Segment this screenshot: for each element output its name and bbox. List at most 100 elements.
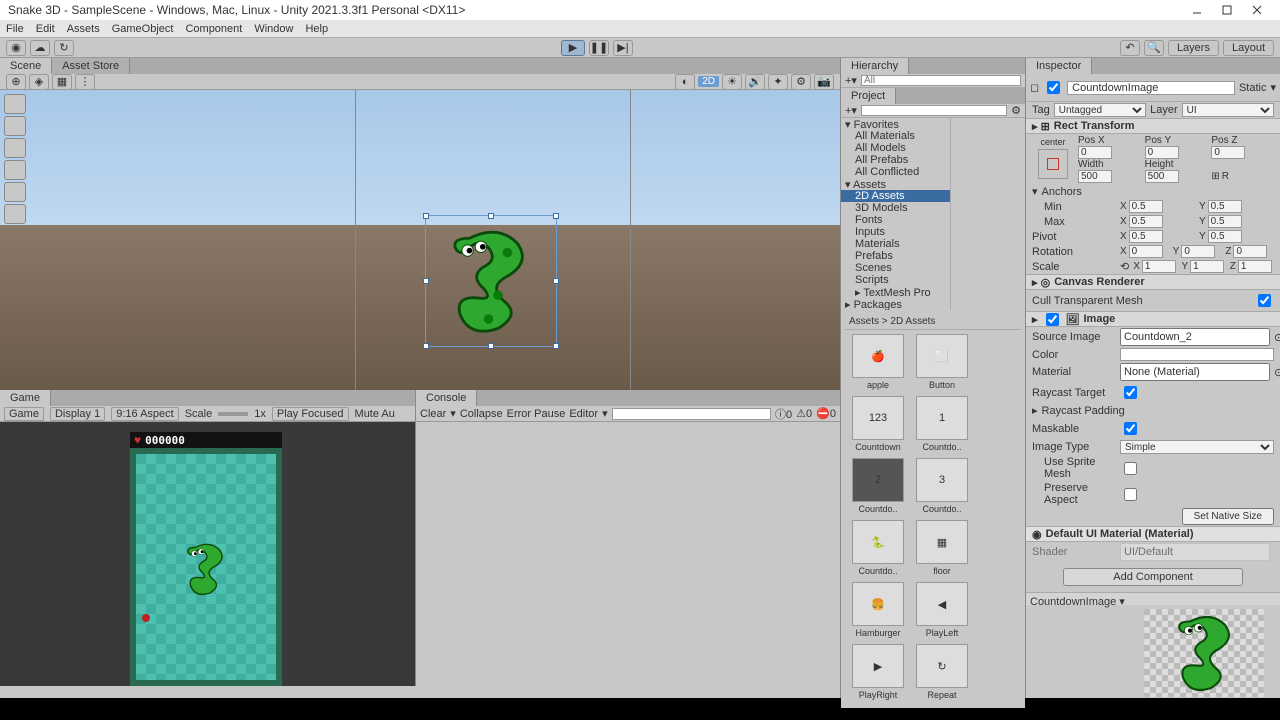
cull-checkbox[interactable]	[1258, 294, 1271, 307]
project-tree-item[interactable]: Scenes	[841, 262, 950, 274]
project-tree-item[interactable]: ▾ Assets	[841, 178, 950, 190]
project-asset[interactable]: ↻Repeat	[913, 644, 971, 700]
pivot-x[interactable]	[1129, 230, 1163, 243]
posz-field[interactable]	[1211, 146, 1245, 159]
pivot-y[interactable]	[1208, 230, 1242, 243]
project-search[interactable]	[861, 105, 1007, 116]
project-filter-icon[interactable]: ⚙	[1011, 104, 1021, 117]
posx-field[interactable]	[1078, 146, 1112, 159]
console-collapse[interactable]: Collapse	[460, 408, 503, 420]
project-tree-item[interactable]: ▸ TextMesh Pro	[841, 286, 950, 298]
close-button[interactable]	[1242, 1, 1272, 19]
hierarchy-add-button[interactable]: +▾	[845, 74, 857, 87]
menu-edit[interactable]: Edit	[36, 23, 55, 35]
project-asset[interactable]: 🐍Countdo..	[849, 520, 907, 576]
project-asset[interactable]: 🍎apple	[849, 334, 907, 390]
scale-z[interactable]	[1238, 260, 1272, 273]
history-icon[interactable]: ↻	[54, 40, 74, 56]
project-tree-item[interactable]: 2D Assets	[841, 190, 950, 202]
rot-z[interactable]	[1233, 245, 1267, 258]
project-tree-item[interactable]: All Prefabs	[841, 154, 950, 166]
project-tree-item[interactable]: All Conflicted	[841, 166, 950, 178]
game-view[interactable]: ♥ 000000	[0, 422, 415, 686]
cloud-icon[interactable]: ☁	[30, 40, 50, 56]
source-image-field[interactable]	[1120, 328, 1270, 346]
material-field[interactable]	[1120, 363, 1270, 381]
project-asset[interactable]: ▦floor	[913, 520, 971, 576]
play-button[interactable]: ▶	[561, 40, 585, 56]
move-tool[interactable]	[4, 116, 26, 136]
rect-tool[interactable]	[4, 182, 26, 202]
display-dropdown[interactable]: Display 1	[50, 407, 105, 421]
selection-rect[interactable]	[425, 215, 557, 347]
project-asset[interactable]: 123Countdown	[849, 396, 907, 452]
menu-help[interactable]: Help	[305, 23, 328, 35]
tab-hierarchy[interactable]: Hierarchy	[841, 58, 909, 74]
height-field[interactable]	[1145, 170, 1179, 183]
search-icon[interactable]: 🔍	[1144, 40, 1164, 56]
console-info-count[interactable]: ⓘ0	[775, 406, 792, 422]
console-errorpause[interactable]: Error Pause	[507, 408, 566, 420]
project-grid[interactable]: 🍎apple⬜Button123Countdown1Countdo..2Coun…	[845, 330, 1021, 704]
console-clear[interactable]: Clear	[420, 408, 446, 420]
snap-increment[interactable]: ⋮	[75, 74, 95, 90]
project-tree-item[interactable]: Fonts	[841, 214, 950, 226]
gizmos-dropdown[interactable]: ⚙	[791, 74, 811, 90]
blueprint-icon[interactable]: ⊞	[1211, 171, 1219, 182]
anchor-min-y[interactable]	[1208, 200, 1242, 213]
scale-tool[interactable]	[4, 160, 26, 180]
project-asset[interactable]: ⬜Button	[913, 334, 971, 390]
rotate-tool[interactable]	[4, 138, 26, 158]
fx-toggle[interactable]: ✦	[768, 74, 788, 90]
undo-icon[interactable]: ↶	[1120, 40, 1140, 56]
audio-toggle[interactable]: 🔊	[745, 74, 765, 90]
view-tool[interactable]	[4, 94, 26, 114]
project-tree-item[interactable]: ▸ Packages	[841, 298, 950, 310]
image-header[interactable]: ▸ 🖼 Image	[1026, 311, 1280, 327]
preserve-checkbox[interactable]	[1124, 488, 1137, 501]
project-asset[interactable]: 2Countdo..	[849, 458, 907, 514]
project-add-button[interactable]: +▾	[845, 104, 857, 117]
menu-window[interactable]: Window	[254, 23, 293, 35]
gameobject-name[interactable]	[1067, 81, 1235, 95]
console-warn-count[interactable]: ⚠0	[796, 407, 812, 420]
local-toggle[interactable]: ◈	[29, 74, 49, 90]
source-picker-icon[interactable]: ⊙	[1274, 331, 1280, 344]
static-label[interactable]: Static	[1239, 82, 1267, 94]
raycast-checkbox[interactable]	[1124, 386, 1137, 399]
width-field[interactable]	[1078, 170, 1112, 183]
project-asset[interactable]: 1Countdo..	[913, 396, 971, 452]
usesprite-checkbox[interactable]	[1124, 462, 1137, 475]
project-tree-item[interactable]: All Materials	[841, 130, 950, 142]
camera-dropdown[interactable]: 📷	[814, 74, 834, 90]
raycast-padding-foldout[interactable]: ▸	[1032, 404, 1038, 417]
hierarchy-search[interactable]	[861, 75, 1021, 86]
maskable-checkbox[interactable]	[1124, 422, 1137, 435]
pivot-toggle[interactable]: ⊕	[6, 74, 26, 90]
tab-inspector[interactable]: Inspector	[1026, 58, 1092, 74]
console-search[interactable]	[612, 408, 771, 420]
anchor-min-x[interactable]	[1129, 200, 1163, 213]
tab-project[interactable]: Project	[841, 88, 896, 104]
menu-file[interactable]: File	[6, 23, 24, 35]
default-material-header[interactable]: ◉ Default UI Material (Material)	[1026, 526, 1280, 542]
layers-dropdown[interactable]: Layers	[1168, 40, 1219, 56]
set-native-size-button[interactable]: Set Native Size	[1182, 508, 1274, 525]
draw-mode[interactable]: ◐	[675, 74, 695, 90]
project-asset[interactable]: ◀PlayLeft	[913, 582, 971, 638]
anchor-max-y[interactable]	[1208, 215, 1242, 228]
tag-dropdown[interactable]: Untagged	[1054, 103, 1146, 117]
step-button[interactable]: ▶|	[613, 40, 633, 56]
tab-scene[interactable]: Scene	[0, 58, 52, 74]
console-err-count[interactable]: ⛔0	[816, 407, 836, 420]
minimize-button[interactable]	[1182, 1, 1212, 19]
grid-snap[interactable]: ▦	[52, 74, 72, 90]
image-enabled[interactable]	[1046, 313, 1059, 326]
game-dropdown[interactable]: Game	[4, 407, 44, 421]
gameobject-enabled[interactable]	[1047, 81, 1060, 94]
project-tree-item[interactable]: Scripts	[841, 274, 950, 286]
layer-dropdown[interactable]: UI	[1182, 103, 1274, 117]
project-tree-item[interactable]: Inputs	[841, 226, 950, 238]
scale-slider[interactable]	[218, 412, 248, 416]
playfocus-dropdown[interactable]: Play Focused	[272, 407, 349, 421]
